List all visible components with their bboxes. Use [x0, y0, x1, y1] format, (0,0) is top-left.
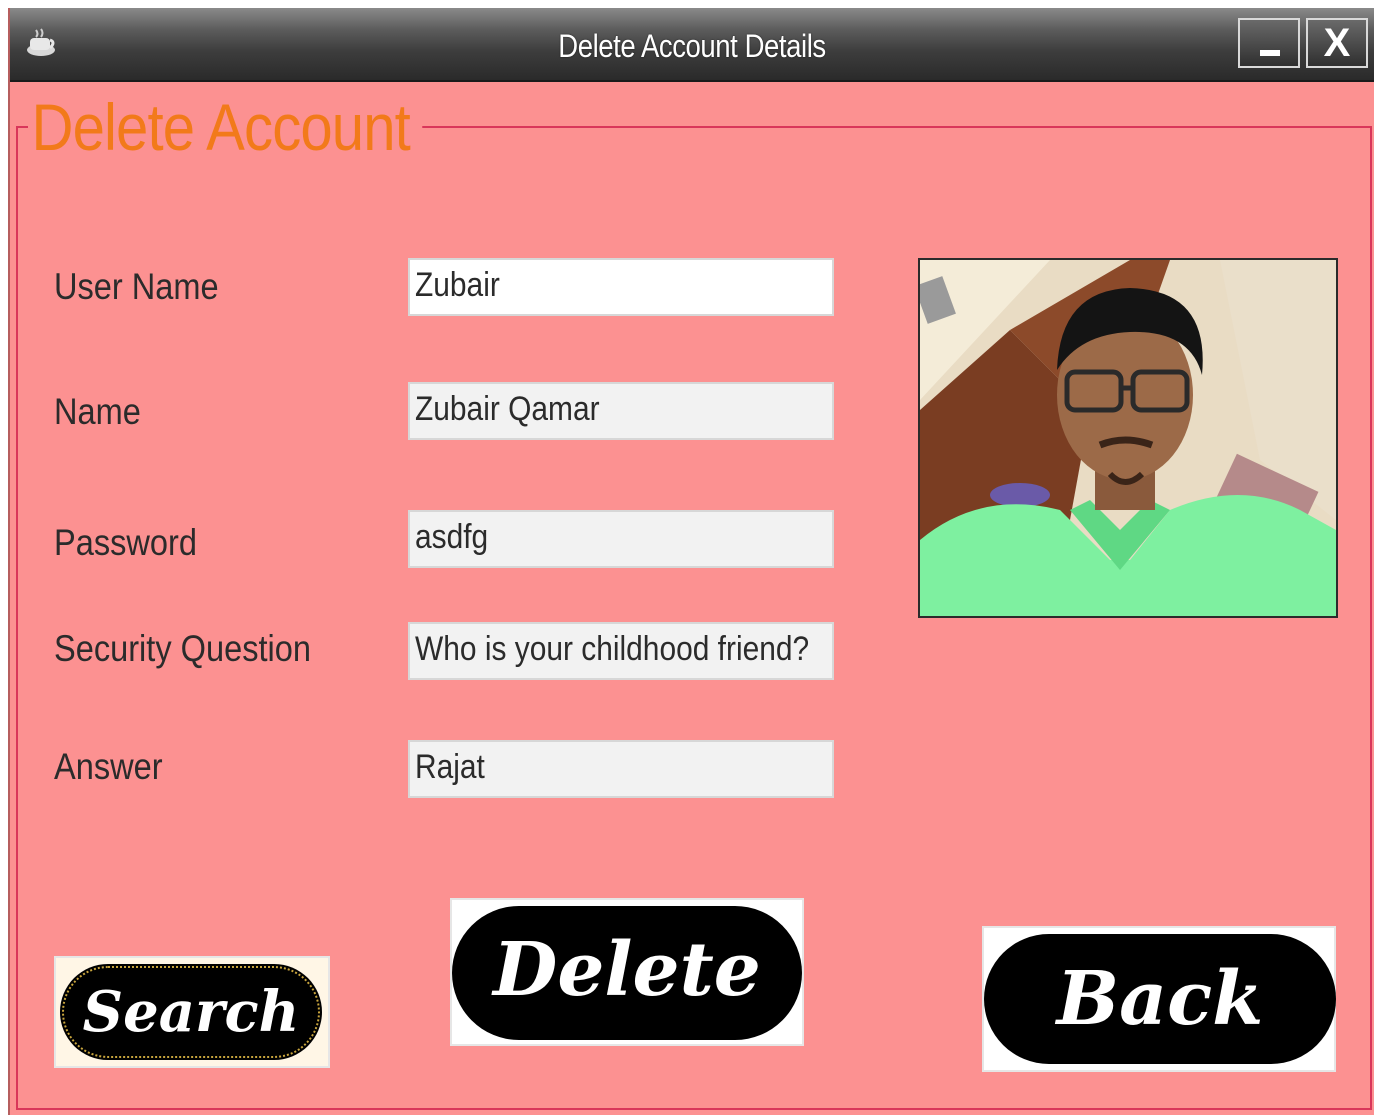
name-label: Name — [54, 391, 141, 432]
security-question-field[interactable]: Who is your childhood friend? — [408, 622, 834, 680]
close-icon: X — [1323, 21, 1351, 65]
panel-title: Delete Account — [28, 88, 423, 166]
username-label: User Name — [54, 266, 219, 307]
password-field[interactable]: asdfg — [408, 510, 834, 568]
java-cup-icon — [27, 28, 55, 56]
back-button-label: Back — [984, 934, 1336, 1064]
user-photo — [918, 258, 1338, 618]
username-field[interactable]: Zubair — [408, 258, 834, 316]
user-photo-image — [920, 260, 1336, 616]
answer-label: Answer — [54, 746, 163, 787]
delete-account-window: Delete Account Details X Delete Account … — [8, 8, 1374, 1115]
delete-button-label: Delete — [452, 906, 802, 1040]
search-button[interactable]: Search — [54, 956, 330, 1068]
delete-button[interactable]: Delete — [450, 898, 804, 1046]
password-label: Password — [54, 522, 197, 563]
answer-field[interactable]: Rajat — [408, 740, 834, 798]
minimize-button[interactable] — [1238, 18, 1300, 68]
back-button[interactable]: Back — [982, 926, 1336, 1072]
name-field[interactable]: Zubair Qamar — [408, 382, 834, 440]
password-value: asdfg — [415, 518, 489, 556]
window-title: Delete Account Details — [558, 28, 826, 64]
security-question-value: Who is your childhood friend? — [415, 630, 810, 668]
name-value: Zubair Qamar — [415, 390, 600, 428]
title-bar[interactable]: Delete Account Details X — [10, 8, 1374, 82]
close-button[interactable]: X — [1306, 18, 1368, 68]
minimize-icon — [1260, 50, 1280, 56]
search-button-label: Search — [60, 964, 322, 1060]
answer-value: Rajat — [415, 748, 485, 786]
username-value: Zubair — [415, 266, 500, 304]
security-question-label: Security Question — [54, 628, 311, 669]
